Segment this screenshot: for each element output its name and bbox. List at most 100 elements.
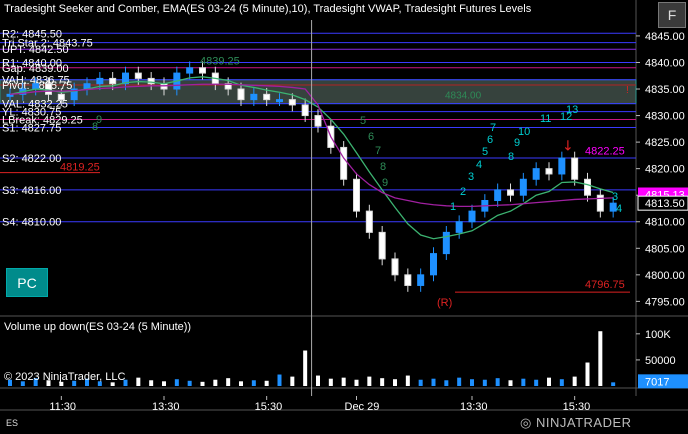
volume-bar xyxy=(611,382,616,386)
level-label: S2: 4822.00 xyxy=(2,153,61,165)
price-tick-label: 4835.00 xyxy=(645,84,685,96)
count-label: 11 xyxy=(540,113,551,125)
f-button[interactable]: F xyxy=(658,2,686,28)
volume-bar xyxy=(380,378,385,386)
candle-body xyxy=(340,146,348,180)
count-label: 8 xyxy=(380,161,386,173)
volume-bar xyxy=(162,381,166,386)
candle-body xyxy=(404,274,412,286)
candle-body xyxy=(288,99,296,106)
count-label: 7 xyxy=(375,145,381,157)
count-label: 7 xyxy=(490,122,496,134)
instrument-code: ES xyxy=(6,418,19,428)
count-label: 4 xyxy=(476,159,482,171)
time-tick-label: 11:30 xyxy=(49,401,76,413)
price-tick-label: 4795.00 xyxy=(645,296,685,308)
volume-bar xyxy=(418,379,423,386)
pc-button[interactable]: PC xyxy=(6,268,48,297)
candle-body xyxy=(571,157,579,180)
candle-body xyxy=(57,93,65,101)
down-arrow-icon: ↓ xyxy=(562,139,574,155)
volume-bar xyxy=(226,378,231,386)
candle-body xyxy=(301,104,309,117)
volume-bar xyxy=(174,379,179,386)
candle-body xyxy=(250,93,258,101)
candle-body xyxy=(263,93,271,101)
level-label: UPT: 4842.50 xyxy=(2,44,69,56)
high-day1-label: 4839.25 xyxy=(200,55,240,67)
reversal-label: (R) xyxy=(437,297,452,309)
logo-text: NINJATRADER xyxy=(535,415,632,430)
volume-bar xyxy=(559,379,564,386)
time-tick-label: 15:30 xyxy=(255,401,283,413)
count-label: 2 xyxy=(460,186,466,198)
candle-body xyxy=(417,274,425,286)
price-tick-label: 4825.00 xyxy=(645,137,685,149)
volume-bar xyxy=(534,379,539,386)
candle-body xyxy=(532,168,540,180)
chart-title: Tradesight Seeker and Comber, EMA(ES 03-… xyxy=(4,3,532,15)
level-label: S4: 4810.00 xyxy=(2,217,61,229)
level-label: S3: 4816.00 xyxy=(2,185,61,197)
candle-body xyxy=(314,115,322,127)
candle-body xyxy=(353,178,360,212)
volume-bar xyxy=(354,379,359,386)
volume-bar xyxy=(341,377,346,386)
volume-bar xyxy=(482,379,487,386)
volume-bar xyxy=(585,362,590,386)
price-tick-label: 4830.00 xyxy=(645,111,685,123)
volume-bar xyxy=(405,375,410,386)
volume-bar xyxy=(239,381,243,386)
right-edge-mark: ! xyxy=(626,85,629,96)
volume-bar xyxy=(367,376,372,386)
candle-body xyxy=(584,178,591,196)
volume-tick-label: 100K xyxy=(645,329,671,341)
candle-body xyxy=(378,231,386,260)
mid-box-label: 4834.00 xyxy=(445,90,482,101)
level-label: Gap: 4839.00 xyxy=(2,63,69,75)
candle-body xyxy=(276,99,283,103)
candle-body xyxy=(134,72,142,79)
volume-bar xyxy=(187,380,192,386)
count-label: 6 xyxy=(368,131,374,143)
count-label: 3 xyxy=(468,171,474,183)
volume-bar xyxy=(393,379,397,386)
volume-bar xyxy=(200,381,205,386)
candle-body xyxy=(430,253,437,276)
volume-bar xyxy=(290,376,295,386)
volume-bar xyxy=(521,378,526,386)
candle-body xyxy=(507,189,514,196)
candle-body xyxy=(519,178,527,196)
candle-body xyxy=(545,168,553,175)
volume-bar xyxy=(303,350,308,386)
candle-body xyxy=(96,77,104,85)
current-price-marker: 4813.50 xyxy=(645,198,685,210)
time-tick-label: Dec 29 xyxy=(345,401,380,413)
current-volume-marker: 7017 xyxy=(645,376,669,388)
volume-bar xyxy=(598,331,603,386)
volume-bar xyxy=(495,378,500,386)
candle-body xyxy=(45,83,52,95)
chart-canvas[interactable]: R2: 4845.50Tri Star 2: 4843.75UPT: 4842.… xyxy=(0,0,688,434)
candle-body xyxy=(596,194,604,212)
candle-body xyxy=(558,157,566,175)
candle-body xyxy=(237,88,245,101)
candle-body xyxy=(186,67,194,74)
volume-bar xyxy=(213,379,218,386)
candle-body xyxy=(365,210,373,233)
volume-bar xyxy=(457,377,462,386)
volume-bar xyxy=(264,380,269,386)
count-label: 4 xyxy=(616,203,622,215)
value-area-box xyxy=(0,79,637,105)
candle-body xyxy=(468,210,476,223)
volume-bar xyxy=(251,380,256,386)
volume-bar xyxy=(431,378,436,386)
candle-body xyxy=(455,221,463,233)
count-label: 1 xyxy=(450,201,456,213)
volume-bar xyxy=(547,377,551,386)
candle-body xyxy=(109,77,117,85)
copyright-text: © 2023 NinjaTrader, LLC xyxy=(4,371,126,383)
count-label: 3 xyxy=(612,191,618,203)
price-tick-label: 4820.00 xyxy=(645,164,685,176)
volume-bar xyxy=(444,380,449,386)
